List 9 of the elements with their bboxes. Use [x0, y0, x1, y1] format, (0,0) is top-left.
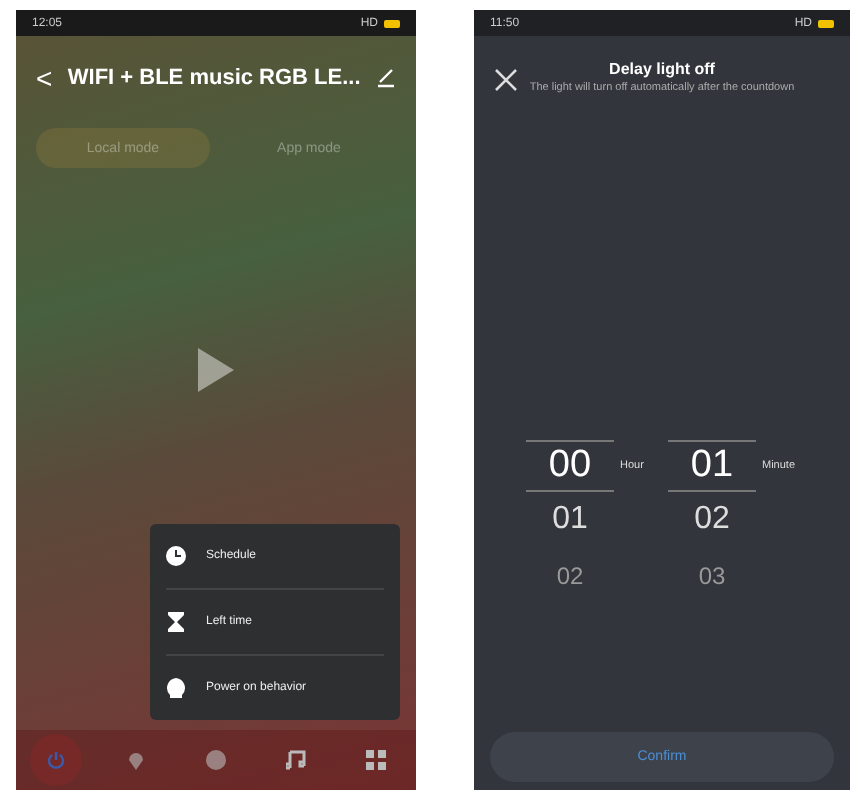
picker-value[interactable]: 03	[668, 548, 756, 604]
picker-value[interactable]: 01	[668, 440, 756, 492]
device-title: WIFI + BLE music RGB LE...	[67, 66, 361, 90]
picker-value[interactable]: 02	[526, 548, 614, 604]
back-button[interactable]: <	[36, 62, 53, 94]
picker-value[interactable]: 02	[668, 492, 756, 548]
picker-value[interactable]: 00	[526, 440, 614, 492]
dialog-title: Delay light off	[609, 60, 715, 78]
picker-value[interactable]: 01	[526, 492, 614, 548]
